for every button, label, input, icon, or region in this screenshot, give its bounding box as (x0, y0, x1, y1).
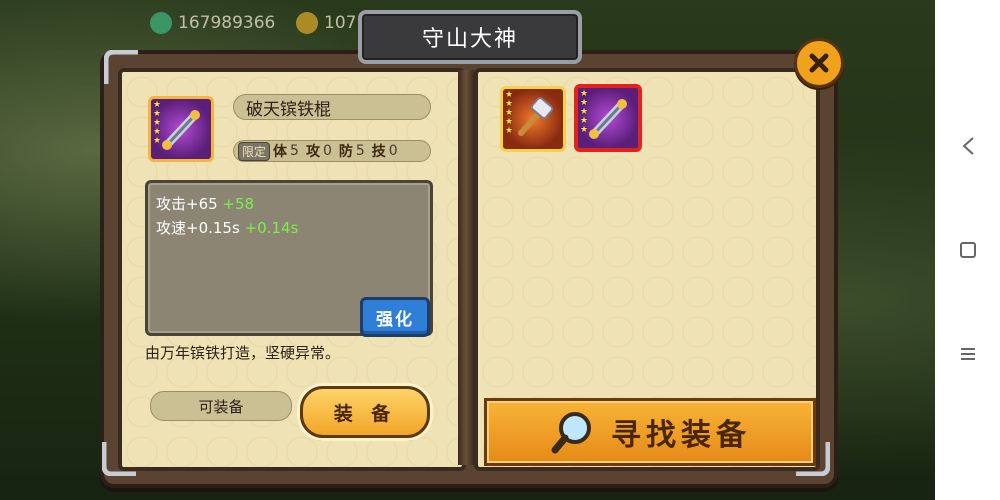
magnifier-icon (551, 412, 591, 454)
stat-key: 攻 (305, 144, 320, 160)
stat-key: 体 (273, 144, 288, 160)
iron-staff-icon (589, 99, 627, 139)
item-description: 由万年镔铁打造，坚硬异常。 (145, 344, 341, 362)
stat-key: 防 (338, 144, 353, 160)
corner-ornament-icon (104, 50, 138, 84)
limited-badge: 限定 (238, 141, 271, 161)
chevron-left-icon (961, 137, 974, 155)
iron-staff-icon (162, 110, 200, 150)
square-icon (959, 242, 976, 258)
coin-resource: 107 (296, 12, 356, 34)
coin-icon (296, 12, 318, 34)
stat-value: 0 (388, 143, 398, 159)
find-equipment-label: 寻找装备 (611, 418, 751, 453)
back-button[interactable] (956, 134, 980, 158)
strengthen-button[interactable]: 强化 (360, 297, 430, 337)
equip-button[interactable]: 装 备 (300, 386, 430, 438)
stat-value: 5 (355, 143, 365, 159)
book-spine (458, 70, 474, 465)
page-title: 守山大神 (358, 10, 582, 64)
item-stats: 限定 体 5 攻 0 防 5 技 0 (233, 140, 431, 162)
hammer-icon (518, 97, 554, 136)
jade-count: 167989366 (178, 13, 276, 33)
close-button[interactable] (794, 38, 844, 88)
coin-count: 107 (324, 13, 357, 33)
stat-key: 技 (371, 144, 386, 160)
attack-attribute: 攻击+65 +58 (156, 195, 255, 213)
selected-item-icon: ★ ★ ★ ★ ★ (148, 96, 214, 162)
corner-ornament-icon (102, 442, 136, 476)
find-equipment-button[interactable]: 寻找装备 (484, 398, 816, 466)
inventory-slot-selected[interactable]: ★ ★ ★ ★ ★ (574, 84, 642, 152)
item-name: 破天镔铁棍 (233, 94, 431, 120)
close-icon (809, 53, 829, 73)
attack-speed-attribute: 攻速+0.15s +0.14s (156, 219, 299, 237)
system-nav-bar (935, 0, 1000, 500)
stat-value: 0 (322, 143, 332, 159)
jade-resource: 167989366 (150, 12, 275, 34)
equippable-status: 可装备 (150, 391, 292, 421)
inventory-slot[interactable]: ★ ★ ★ ★ ★ (500, 86, 566, 152)
stat-value: 5 (290, 143, 299, 159)
home-button[interactable] (956, 238, 980, 262)
menu-icon (960, 348, 975, 360)
jade-icon (150, 12, 172, 34)
menu-button[interactable] (956, 342, 980, 366)
